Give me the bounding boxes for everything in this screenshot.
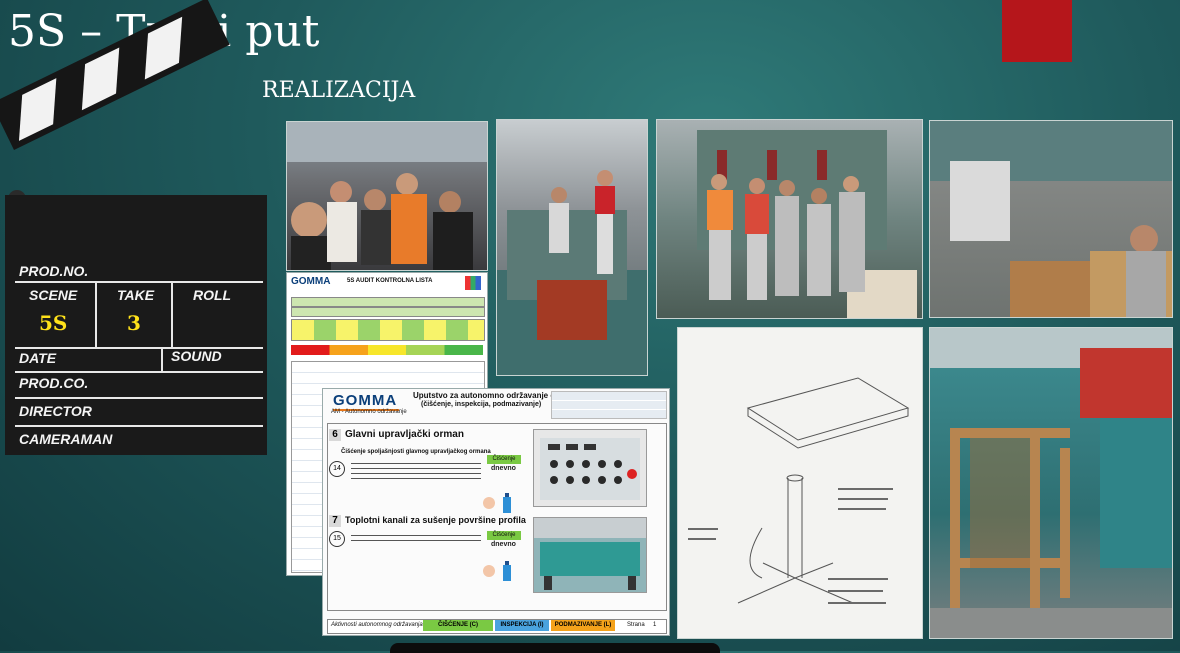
director-label: DIRECTOR <box>19 403 92 419</box>
footer-page-label: Strana <box>627 622 645 628</box>
section-7-title: Toplotni kanali za sušenje površine prof… <box>345 515 526 525</box>
wooden-stand-photo <box>929 327 1173 639</box>
team-selfie-photo <box>286 121 488 271</box>
instruction-subtitle: AM - Autonomno održavanje <box>331 409 407 415</box>
section-6-number: 6 <box>329 429 341 441</box>
instruction-sheet-document: GOMMA Uputstvo za autonomno održavanje o… <box>322 388 670 636</box>
cameraman-label: CAMERAMAN <box>19 431 113 447</box>
accent-block <box>1002 0 1072 62</box>
footer-activities-label: Aktivnosti autonomnog održavanja: <box>331 622 425 628</box>
worker-with-box-photo <box>929 120 1173 318</box>
scene-value: 5S <box>39 311 68 335</box>
sketch-drawing-photo <box>677 327 923 639</box>
instruction-logo: GOMMA <box>333 392 398 409</box>
frequency-14: dnevno <box>491 465 516 472</box>
frequency-15: dnevno <box>491 541 516 548</box>
section-7-number: 7 <box>329 515 341 527</box>
step-14-number: 14 <box>329 461 345 477</box>
clean-badge-14: Čišćenje <box>487 455 521 464</box>
clapper-slate: PROD.NO. SCENE TAKE ROLL 5S 3 DATE SOUND… <box>5 195 267 455</box>
roll-label: ROLL <box>193 287 232 303</box>
audit-title: 5S AUDIT KONTROLNA LISTA <box>347 278 433 284</box>
drying-channel-photo <box>533 517 647 593</box>
step-15-number: 15 <box>329 531 345 547</box>
footer-inspect-badge: INSPEKCIJA (I) <box>495 620 549 631</box>
prod-no-label: PROD.NO. <box>19 263 89 279</box>
footer-lube-badge: PODMAZIVANJE (L) <box>551 620 615 631</box>
footer-clean-badge: ČIŠĆENJE (C) <box>423 620 493 631</box>
prod-co-label: PROD.CO. <box>19 375 89 391</box>
cleaning-spray-icon <box>481 493 521 515</box>
audit-logo: GOMMA <box>291 276 331 287</box>
take-value: 3 <box>127 311 141 335</box>
clean-badge-15: Čišćenje <box>487 531 521 540</box>
scene-label: SCENE <box>29 287 78 303</box>
sound-label: SOUND <box>171 348 222 364</box>
control-cabinet-photo <box>533 429 647 507</box>
date-label: DATE <box>19 350 57 366</box>
instruction-title-line2: (čišćenje, inspekcija, podmazivanje) <box>421 401 542 408</box>
slide-subtitle: REALIZACIJA <box>262 78 416 103</box>
cleaning-spray-icon-2 <box>481 561 521 583</box>
section-6-subtitle: Čišćenje spoljašnjosti glavnog upravljač… <box>341 449 491 455</box>
footer-page-number: 1 <box>653 622 657 628</box>
team-at-machine-photo <box>656 119 923 319</box>
section-6-title: Glavni upravljački orman <box>345 429 464 440</box>
bottom-bar <box>390 643 720 653</box>
take-label: TAKE <box>117 287 155 303</box>
machine-cleaning-photo <box>496 119 648 376</box>
